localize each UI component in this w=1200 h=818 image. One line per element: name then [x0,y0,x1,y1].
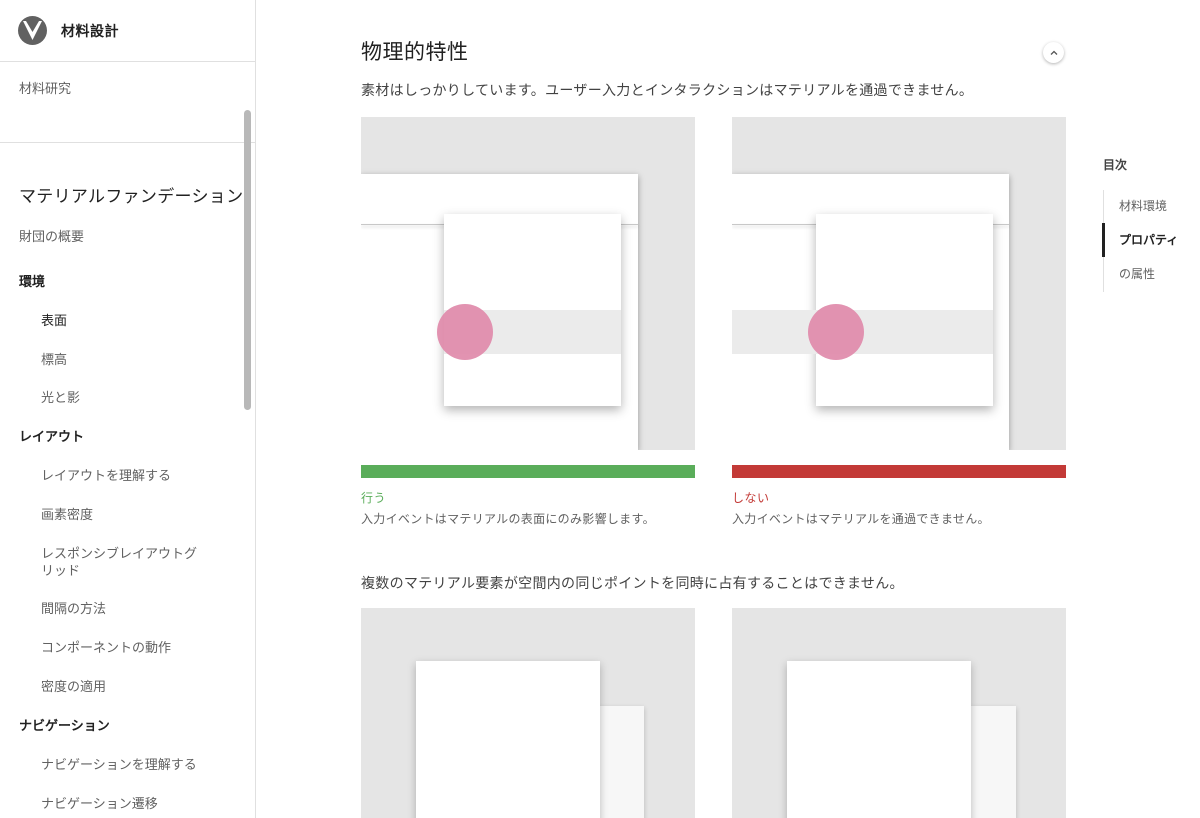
sidebar-item-component-behavior[interactable]: コンポーネントの動作 [41,640,221,657]
section-description: 素材はしっかりしています。ユーザー入力とインタラクションはマテリアルを通過できま… [361,83,974,99]
toc-item-material-environment[interactable]: 材料環境 [1119,197,1167,214]
dont-caption: 入力イベントはマテリアルを通過できません。 [732,512,990,526]
sidebar-scrollbar[interactable] [244,110,251,410]
sidebar-nav: 材料設計 材料研究 マテリアルファンデーション 財団の概要 環境 表面 標高 光… [0,0,256,818]
sidebar-item-surfaces[interactable]: 表面 [41,313,221,330]
sidebar-item-navigation[interactable]: ナビゲーション [19,718,199,735]
toc-title: 目次 [1103,158,1128,172]
sidebar-item-spacing-methods[interactable]: 間隔の方法 [41,601,221,618]
main-content: 物理的特性 素材はしっかりしています。ユーザー入力とインタラクションはマテリアル… [255,0,1200,818]
dont-illustration [732,117,1066,450]
sidebar-item-understanding-navigation[interactable]: ナビゲーションを理解する [41,757,221,774]
toc-active-indicator [1102,223,1105,257]
sidebar-header[interactable]: 材料設計 [0,0,255,62]
app-title[interactable]: 材料設計 [61,21,119,41]
sidebar-item-foundation-overview[interactable]: 財団の概要 [19,229,199,246]
back-sheet [970,706,1016,818]
toc-item-attributes[interactable]: の属性 [1119,265,1155,282]
overlap-illustration-1 [361,608,695,818]
sidebar-item-elevation[interactable]: 標高 [41,352,221,369]
section-description-2: 複数のマテリアル要素が空間内の同じポイントを同時に占有することはできません。 [361,576,904,592]
do-bar [361,465,695,478]
touch-ripple-icon [437,304,493,360]
toc-item-properties[interactable]: プロパティ [1119,231,1178,248]
front-sheet [787,661,971,818]
dont-label: しない [732,491,770,505]
sidebar-item-environment[interactable]: 環境 [19,274,199,291]
sidebar-item-light-shadows[interactable]: 光と影 [41,390,221,407]
sidebar-item-layout[interactable]: レイアウト [19,429,199,446]
do-label: 行う [361,491,387,505]
material-logo-icon[interactable] [18,16,47,45]
chevron-up-icon [1050,50,1057,55]
do-illustration [361,117,695,450]
overlap-illustration-2 [732,608,1066,818]
front-sheet [416,661,600,818]
page-title: 物理的特性 [361,40,469,64]
sidebar-item-understanding-layout[interactable]: レイアウトを理解する [41,468,221,485]
do-caption: 入力イベントはマテリアルの表面にのみ影響します。 [361,512,655,526]
touch-ripple-icon [808,304,864,360]
back-sheet [598,706,644,818]
sidebar-item-applying-density[interactable]: 密度の適用 [41,679,221,696]
sidebar-item-navigation-transitions[interactable]: ナビゲーション遷移 [41,796,221,813]
sidebar-item-pixel-density[interactable]: 画素密度 [41,507,221,524]
collapse-button[interactable] [1043,42,1064,63]
sidebar-item-research[interactable]: 材料研究 [0,62,255,143]
sidebar-item-label: 材料研究 [19,82,72,97]
sidebar-section-title: マテリアルファンデーション [19,187,244,207]
sidebar-item-responsive-grid[interactable]: レスポンシブレイアウトグリッド [41,546,206,580]
dont-bar [732,465,1066,478]
